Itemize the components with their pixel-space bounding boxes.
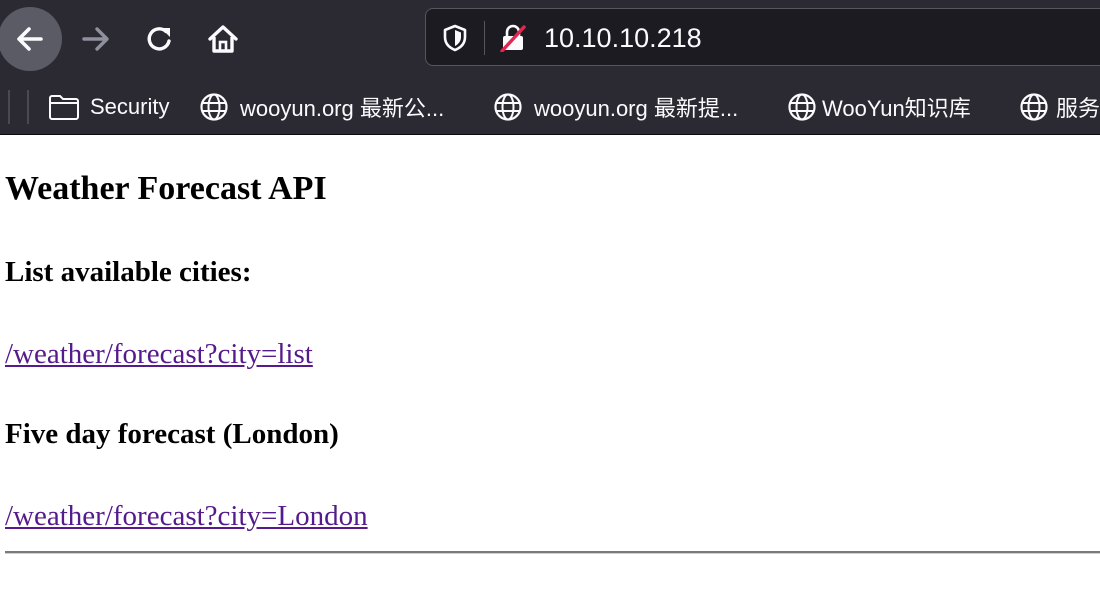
arrow-left-icon — [17, 27, 43, 51]
bookmark-wooyun-knowledge[interactable]: WooYun知识库 — [786, 88, 971, 126]
london-forecast-link[interactable]: /weather/forecast?city=London — [5, 499, 368, 533]
bookmark-label: Security — [90, 94, 170, 119]
globe-icon — [786, 91, 818, 123]
cities-heading: List available cities: — [5, 256, 252, 288]
globe-icon — [198, 91, 230, 123]
globe-icon — [492, 91, 524, 123]
london-forecast-heading: Five day forecast (London) — [5, 418, 339, 450]
home-icon — [208, 25, 238, 53]
reload-icon — [147, 27, 171, 51]
cities-list-link[interactable]: /weather/forecast?city=list — [5, 337, 313, 371]
home-button[interactable] — [201, 17, 245, 61]
bookmark-label: 服务 — [1056, 96, 1100, 121]
bookmark-security-folder[interactable]: Security — [48, 88, 169, 126]
bookmarks-toolbar: Security wooyun.org 最新公... wooyun.org 最新… — [0, 78, 1100, 135]
browser-toolbar: 10.10.10.218 — [0, 0, 1100, 78]
url-bar[interactable]: 10.10.10.218 — [425, 8, 1100, 66]
bookmarks-divider — [8, 90, 10, 124]
shield-icon — [443, 24, 467, 52]
insecure-lock-icon — [500, 24, 526, 52]
bookmarks-divider — [27, 90, 29, 124]
url-text[interactable]: 10.10.10.218 — [544, 22, 702, 54]
bookmark-service[interactable]: 服务 — [1018, 88, 1100, 126]
horizontal-rule — [5, 551, 1100, 554]
reload-button[interactable] — [138, 17, 182, 61]
arrow-right-icon — [82, 27, 109, 51]
bookmark-label: WooYun知识库 — [822, 96, 971, 121]
bookmark-label: wooyun.org 最新提... — [534, 96, 739, 121]
site-info-button[interactable] — [498, 23, 528, 53]
page-title: Weather Forecast API — [5, 170, 327, 207]
tracking-protection-button[interactable] — [440, 23, 470, 53]
bookmark-label: wooyun.org 最新公... — [240, 96, 445, 121]
back-button[interactable] — [0, 7, 62, 71]
folder-icon — [48, 91, 80, 123]
urlbar-separator — [484, 21, 485, 55]
bookmark-wooyun-public[interactable]: wooyun.org 最新公... — [198, 88, 444, 126]
globe-icon — [1018, 91, 1050, 123]
bookmark-wooyun-submit[interactable]: wooyun.org 最新提... — [492, 88, 738, 126]
forward-button[interactable] — [74, 17, 118, 61]
